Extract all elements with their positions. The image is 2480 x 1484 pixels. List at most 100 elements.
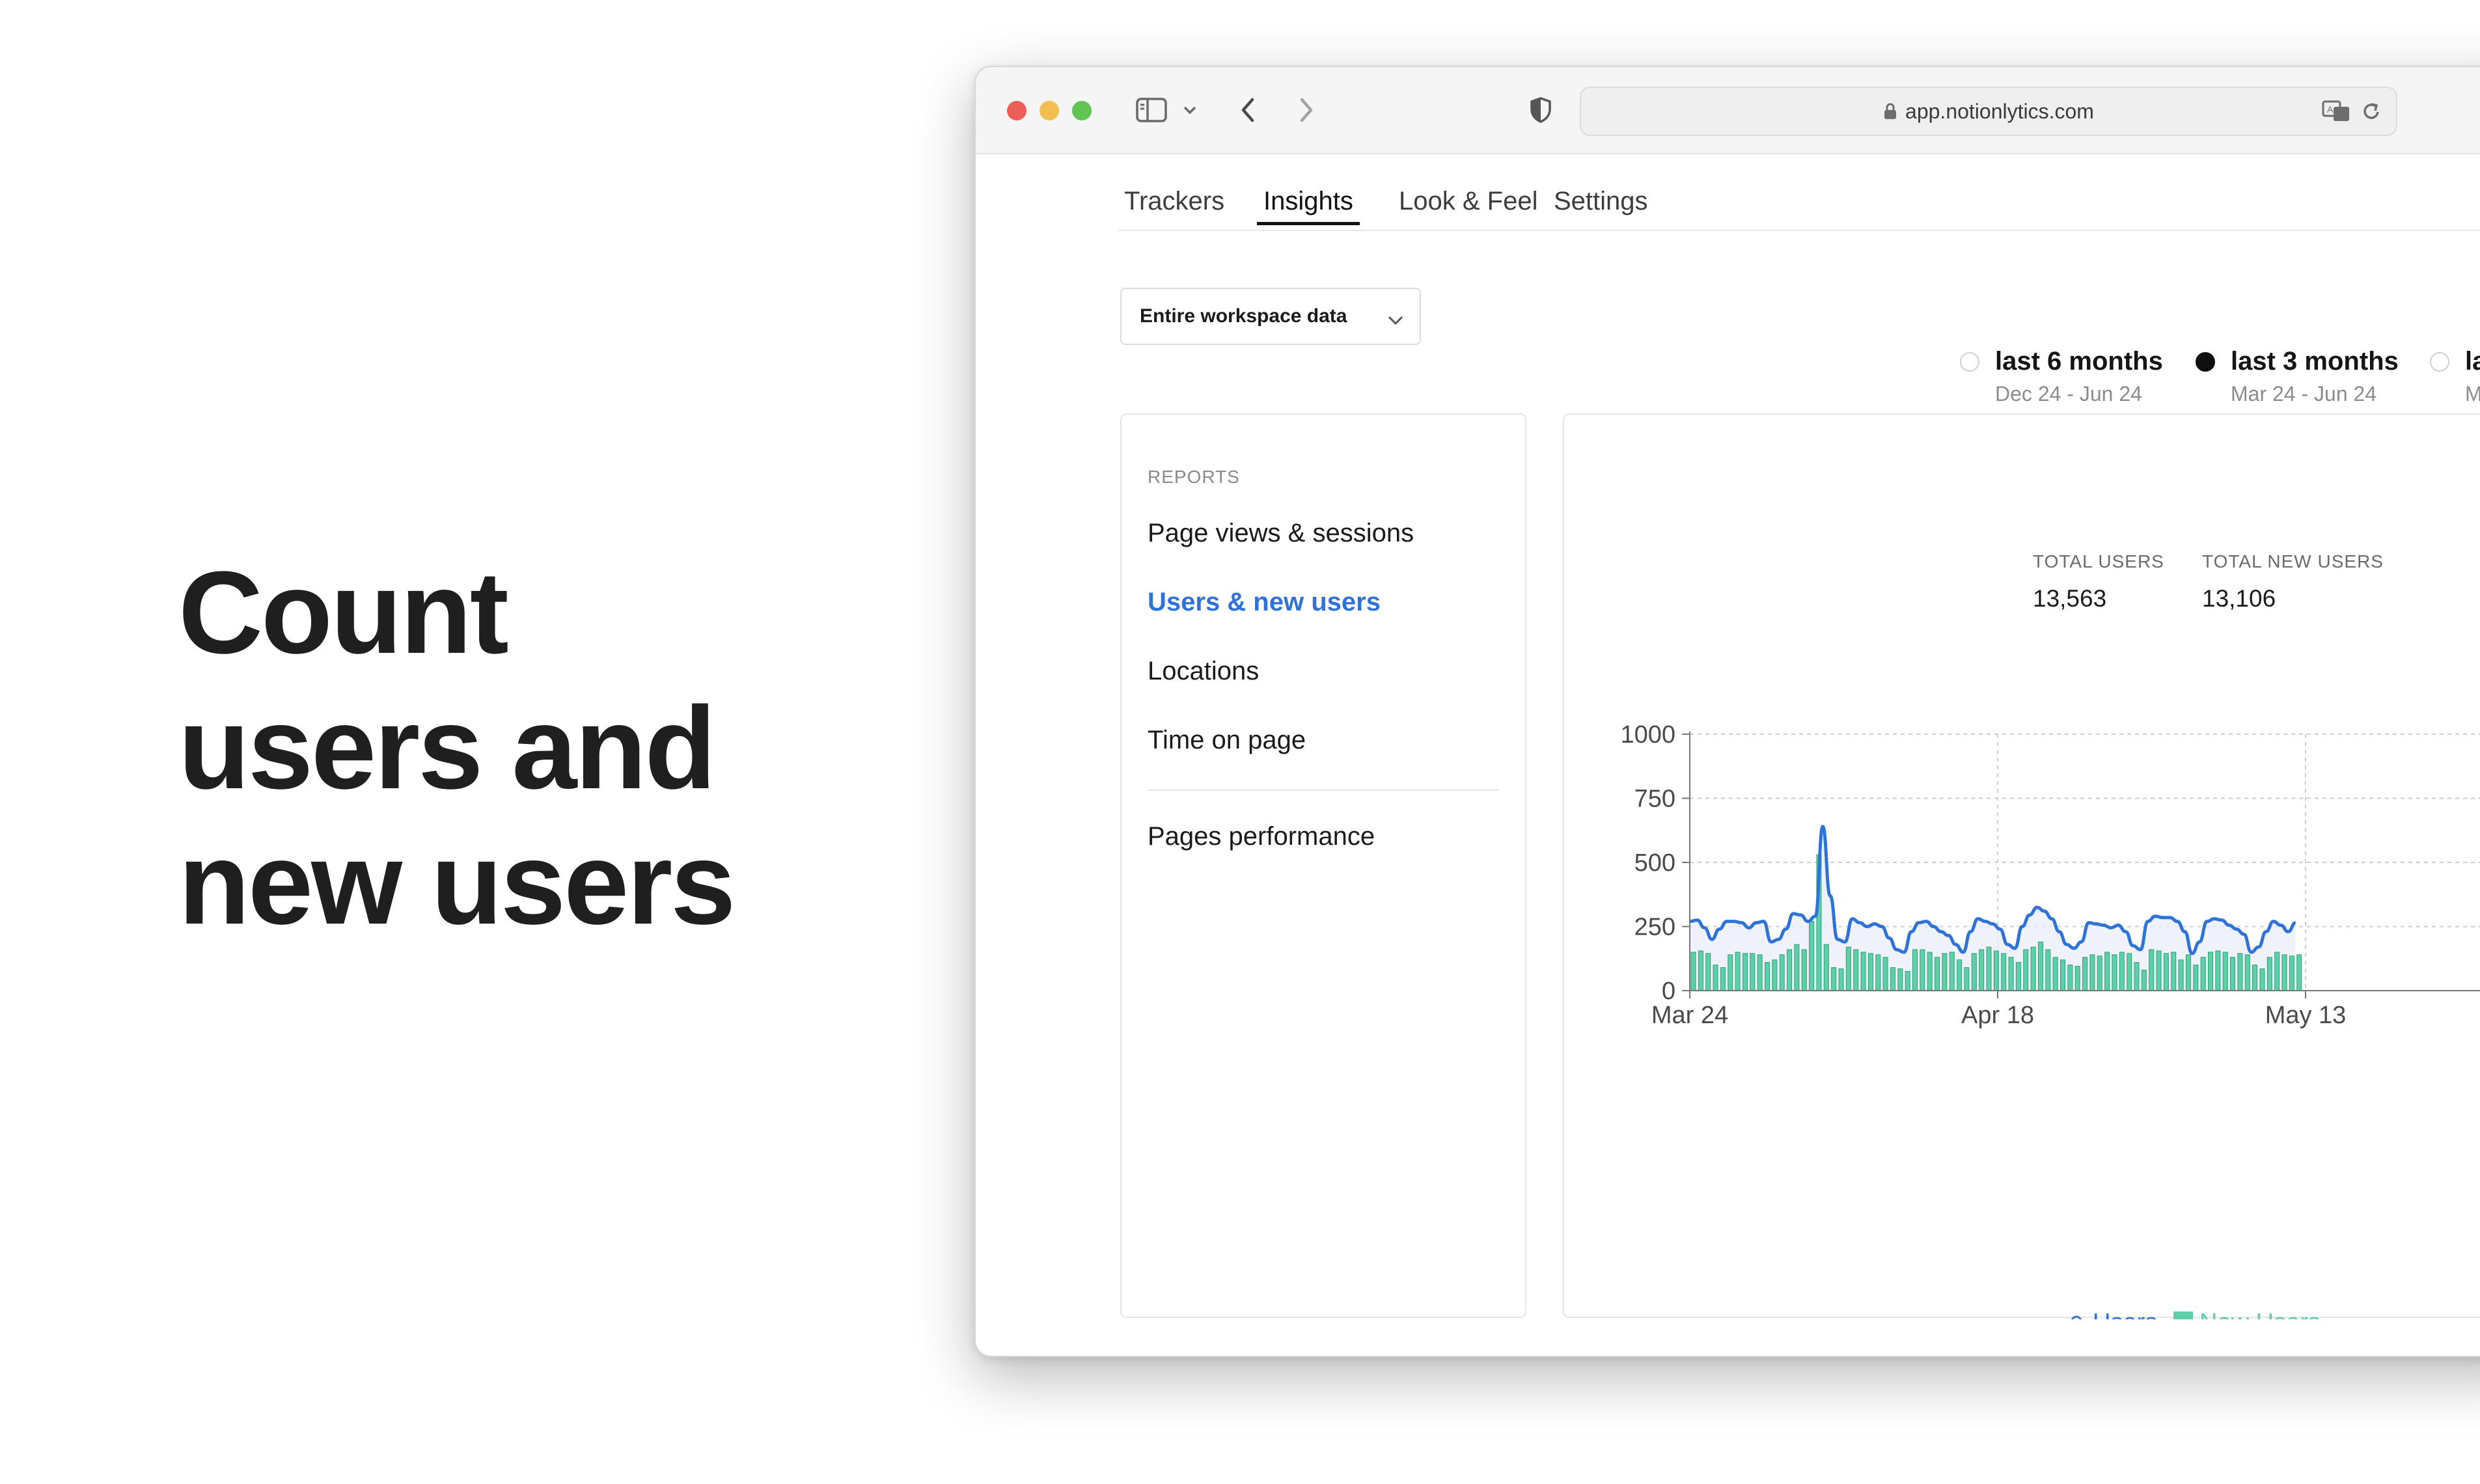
new-users-bar (2156, 950, 2162, 991)
minimize-window-button[interactable] (1040, 101, 1059, 120)
new-users-bar (1794, 944, 1800, 991)
tab-trackers[interactable]: Trackers (1124, 187, 1224, 225)
new-users-bar (2274, 952, 2280, 991)
headline: Count users and new users (178, 545, 736, 952)
back-arrow-icon[interactable] (1235, 90, 1261, 130)
range-sub-partial: M (2465, 382, 2480, 406)
new-users-bar (2222, 952, 2228, 991)
headline-line-3: new users (178, 818, 736, 949)
new-users-bar (1942, 953, 1948, 991)
browser-toolbar: app.notionlytics.com A (976, 67, 2480, 154)
new-users-bar (1698, 950, 1703, 991)
new-users-bar (1705, 953, 1711, 991)
new-users-bar (2045, 949, 2051, 991)
headline-line-1: Count (178, 547, 509, 678)
headline-line-2: users and (178, 683, 716, 814)
new-users-bar (2089, 954, 2095, 991)
new-users-bar (1713, 965, 1718, 991)
forward-arrow-icon[interactable] (1293, 90, 1319, 130)
new-users-bar (2030, 946, 2036, 991)
address-url: app.notionlytics.com (1905, 99, 2094, 123)
chevron-down-icon (1387, 309, 1404, 331)
lock-icon (1883, 102, 1897, 120)
reports-heading: REPORTS (1148, 467, 1240, 487)
new-users-bar (1853, 949, 1859, 991)
new-users-bar (2215, 950, 2221, 991)
privacy-shield-icon[interactable] (1526, 90, 1555, 130)
tab-insights[interactable]: Insights (1257, 187, 1360, 225)
new-users-bar (2178, 959, 2184, 991)
new-users-bar (1845, 946, 1851, 991)
tab-look-and-feel[interactable]: Look & Feel (1399, 187, 1537, 225)
range-label-partial: la (2465, 347, 2480, 376)
y-tick-label: 750 (1634, 786, 1675, 813)
reports-divider (1148, 790, 1499, 791)
new-users-bar (2127, 953, 2132, 991)
reload-icon[interactable] (2361, 100, 2382, 122)
chart-card: TOTAL USERS 13,563 TOTAL NEW USERS 13,10… (1563, 413, 2480, 1319)
y-tick-label: 1000 (1620, 721, 1675, 749)
legend-users-label: Users (2093, 1309, 2157, 1319)
new-users-bar (1935, 957, 1940, 991)
new-users-bar (1882, 957, 1888, 991)
x-tick-label: Apr 18 (1961, 1002, 2034, 1029)
new-users-bar (2171, 952, 2177, 991)
new-users-bar (2266, 957, 2272, 991)
y-tick-label: 500 (1634, 849, 1675, 877)
tab-settings[interactable]: Settings (1554, 187, 1648, 225)
legend-users-marker (2071, 1315, 2082, 1319)
range-radio-3-months[interactable] (2196, 352, 2215, 372)
new-users-bar (2097, 955, 2102, 991)
new-users-bar (2208, 952, 2213, 991)
new-users-bar (1905, 970, 1910, 991)
close-window-button[interactable] (1007, 101, 1026, 120)
workspace-filter-select[interactable]: Entire workspace data (1120, 288, 1421, 345)
new-users-bar (2296, 954, 2302, 991)
new-users-bar (1690, 952, 1696, 991)
range-radio-partial[interactable] (2430, 352, 2449, 372)
y-tick-label: 250 (1634, 914, 1675, 941)
report-page-views-sessions[interactable]: Page views & sessions (1148, 519, 1414, 548)
new-users-bar (1801, 949, 1807, 991)
new-users-bar (1750, 953, 1756, 991)
report-users-new-users[interactable]: Users & new users (1148, 588, 1381, 617)
new-users-bar (2185, 954, 2191, 991)
sidebar-toggle-icon[interactable] (1133, 90, 1170, 130)
new-users-bar (1728, 954, 1733, 991)
new-users-bar (1993, 950, 1999, 991)
users-chart: 0 250 500 750 1000 Mar 24 Apr 18 May 13 Users New… (1620, 721, 2480, 1319)
new-users-bar (2230, 957, 2236, 991)
y-tick-label: 0 (1662, 978, 1675, 1005)
address-bar[interactable]: app.notionlytics.com A (1580, 87, 2397, 136)
new-users-bar (1831, 967, 1837, 991)
new-users-bar (2244, 954, 2250, 991)
legend-new-users-swatch (2173, 1312, 2193, 1319)
new-users-bar (2252, 965, 2258, 991)
new-users-bar (2104, 952, 2110, 991)
range-label-6-months: last 6 months (1995, 347, 2163, 376)
new-users-bar (2289, 955, 2294, 991)
report-locations[interactable]: Locations (1148, 657, 1259, 686)
new-users-bar (2237, 953, 2243, 991)
new-users-bar (2200, 957, 2206, 991)
translate-icon[interactable]: A (2322, 100, 2350, 122)
new-users-bar (1809, 921, 1815, 991)
new-users-bar (1823, 944, 1829, 991)
tab-bar: Trackers Insights Look & Feel Settings (1119, 154, 2480, 231)
chevron-down-icon[interactable] (1180, 90, 1200, 130)
new-users-bar (1838, 969, 1844, 991)
reports-panel: REPORTS Page views & sessions Users & ne… (1120, 413, 1526, 1318)
new-users-bar (2074, 966, 2080, 991)
new-users-bar (2008, 957, 2014, 991)
new-users-bar (2259, 969, 2265, 991)
new-users-bar (1957, 959, 1963, 991)
new-users-bar (1890, 967, 1895, 991)
zoom-window-button[interactable] (1072, 101, 1092, 120)
new-users-bar (2052, 957, 2058, 991)
report-time-on-page[interactable]: Time on page (1148, 726, 1306, 755)
new-users-bar (2163, 953, 2169, 991)
new-users-bar (1779, 954, 1785, 991)
new-users-bar (1742, 953, 1748, 991)
report-pages-performance[interactable]: Pages performance (1148, 822, 1375, 851)
range-radio-6-months[interactable] (1960, 352, 1979, 372)
